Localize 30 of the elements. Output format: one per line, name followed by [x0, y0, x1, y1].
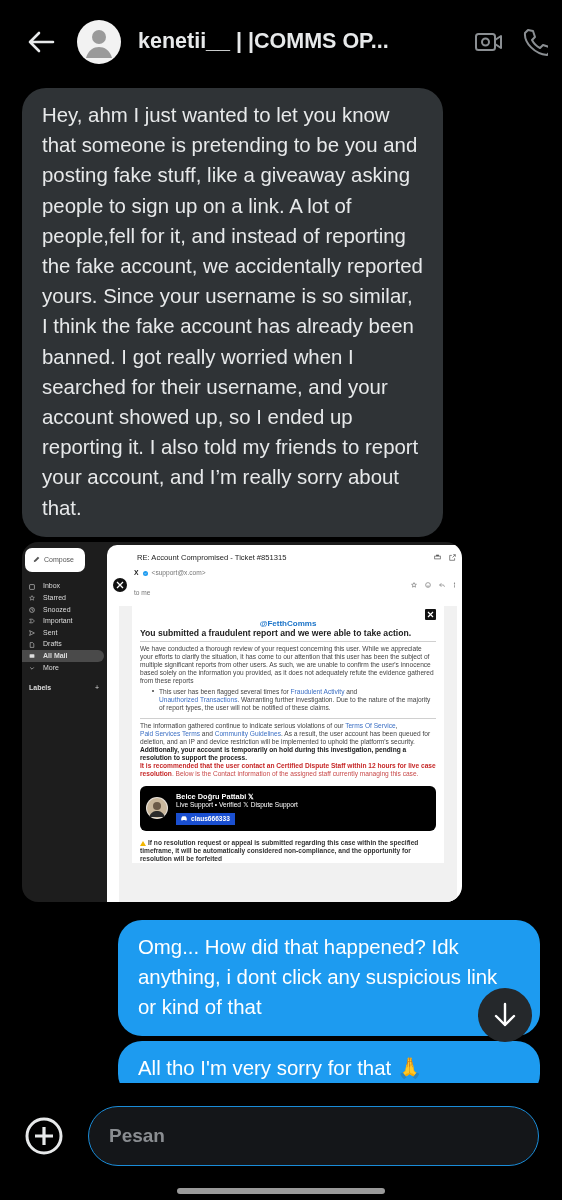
send-icon	[29, 630, 35, 636]
message-field[interactable]: Pesan	[88, 1105, 539, 1166]
phone-call-icon[interactable]	[522, 27, 548, 56]
x-logo-icon	[425, 609, 436, 621]
arrow-down-icon	[493, 1002, 517, 1028]
x-logo-icon	[113, 578, 127, 593]
inbox-icon	[29, 583, 35, 590]
verified-icon	[142, 570, 148, 576]
contact-name: kenetii__ | |COMMS OP...	[138, 28, 390, 56]
back-icon[interactable]	[26, 29, 56, 54]
account-handle: @FetthComms	[258, 620, 318, 629]
message-bubble: Omg... How did that happened? Idk anything, i dont click any suspicious link or kind of that	[118, 919, 540, 1037]
star-icon	[29, 595, 35, 602]
message-bubble: All tho I'm very sorry for that 🙏	[118, 1041, 540, 1083]
print-icon[interactable]	[434, 554, 441, 562]
discord-icon	[181, 816, 187, 822]
more-icon[interactable]	[453, 582, 456, 589]
caret-icon	[29, 664, 35, 671]
mail-icon	[29, 653, 35, 660]
clock-icon	[29, 606, 35, 613]
label-icon	[29, 618, 35, 625]
message-bubble: Hey, ahm I just wanted to let you know that someone is pretending to be you and posting fake stuff, like a giveaway asking people to sign up on a link. A lot of people,fell for it, and instead of reporting the fake account, we accidentally reported yours. Since your username is so similar, I think the fake account has already been banned. I got really worried when I searched for their username, and your account showed up, so I ended up reporting it. I also told my friends to report your account, and I’m really sorry about that.	[22, 88, 443, 537]
warning-icon	[140, 840, 146, 846]
external-link-icon[interactable]	[449, 554, 456, 562]
avatar-icon	[77, 19, 121, 64]
email-heading: You submitted a fraudulent report and we were able to take action.	[140, 628, 413, 639]
add-icon[interactable]	[24, 1115, 64, 1156]
pencil-icon	[33, 556, 40, 564]
star-icon[interactable]	[411, 582, 417, 589]
file-icon	[29, 641, 35, 648]
